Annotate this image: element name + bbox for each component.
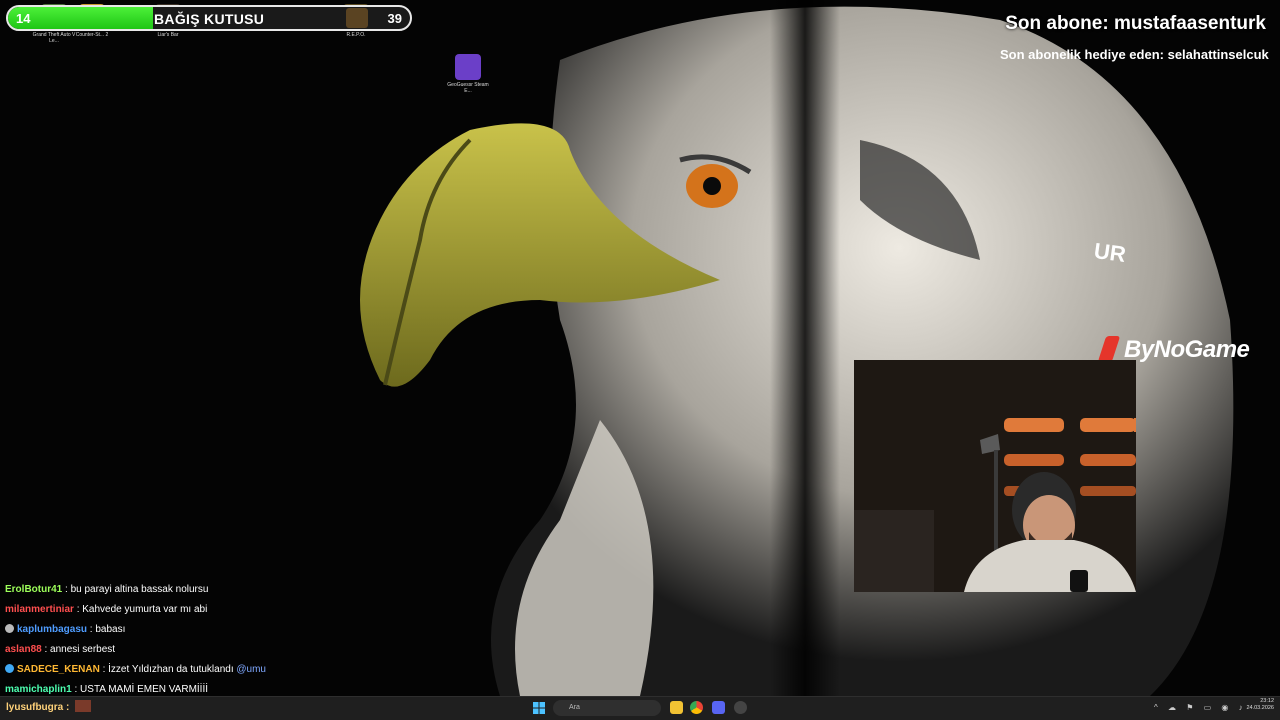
stream-chat: ErolBotur41 : bu parayi altina bassak no…: [5, 580, 425, 700]
chat-message: ErolBotur41 : bu parayi altina bassak no…: [5, 584, 209, 595]
chat-username: kaplumbagasu: [17, 624, 88, 635]
chat-text: babası: [95, 624, 126, 635]
windows-taskbar: Ara ^ ☁ ⚑ ▭ ◉ ♪ 23:12 24.03.2026: [0, 696, 1280, 720]
donation-goal-value: 39: [387, 11, 402, 26]
webcam-image: [854, 360, 1136, 592]
taskbar-search-box[interactable]: Ara: [553, 700, 661, 716]
chat-username: mamichaplin1: [5, 684, 72, 695]
chrome-icon[interactable]: [690, 701, 703, 714]
chat-text: İzzet Yıldızhan da tutuklandı: [108, 664, 234, 675]
geoguessr-icon: [455, 54, 481, 80]
chat-badge-icon: [5, 624, 14, 633]
chat-message: SADECE_KENAN : İzzet Yıldızhan da tutukl…: [5, 660, 425, 680]
system-tray-icons[interactable]: ^ ☁ ⚑ ▭ ◉ ♪: [1154, 703, 1247, 712]
chat-message: aslan88 : annesi serbest: [5, 644, 116, 655]
desktop-icon-label: Liar's Bar: [157, 32, 179, 38]
file-explorer-icon[interactable]: [670, 701, 683, 714]
brand-name: ByNoGame: [1124, 336, 1250, 363]
chat-username: ErolBotur41: [5, 584, 63, 595]
donation-start-value: 14: [16, 11, 31, 26]
obs-icon[interactable]: [734, 701, 747, 714]
chat-text: Kahvede yumurta var mı abi: [82, 604, 208, 615]
chat-text: USTA MAMİ EMEN VARMİİİİ: [80, 684, 209, 695]
taskbar-clock[interactable]: 23:12 24.03.2026: [1246, 698, 1274, 712]
chat-badge-icon: [5, 664, 14, 673]
webcam-feed: [854, 360, 1136, 592]
donation-goal-bar: 14 BAĞIŞ KUTUSU 39: [6, 5, 412, 31]
donor-avatar-icon: [346, 8, 368, 28]
donation-title: BAĞIŞ KUTUSU: [154, 11, 265, 27]
chat-username: lyusufbugra: [6, 702, 64, 713]
desktop-icon-label: Counter-St... 2: [75, 32, 109, 38]
chat-username: milanmertiniar: [5, 604, 74, 615]
chat-message-bottom: lyusufbugra :: [6, 700, 92, 713]
clock-time: 23:12: [1260, 698, 1274, 704]
windows-start-icon[interactable]: [533, 702, 545, 714]
discord-icon[interactable]: [712, 701, 725, 714]
chat-text: bu parayi altina bassak nolursu: [70, 584, 209, 595]
gift-subscriber-text: Son abonelik hediye eden: selahattinselc…: [1000, 47, 1269, 62]
chat-mention: @umu: [236, 664, 266, 675]
chat-text: annesi serbest: [50, 644, 116, 655]
desktop-icon-geoguessr[interactable]: GeoGuessr Steam E...: [444, 54, 492, 94]
chat-username: aslan88: [5, 644, 42, 655]
chat-message: milanmertiniar : Kahvede yumurta var mı …: [5, 604, 208, 615]
last-subscriber-text: Son abone: mustafaasenturk: [1005, 13, 1266, 34]
search-placeholder: Ara: [569, 704, 580, 711]
chat-message: kaplumbagasu : babası: [5, 620, 425, 640]
chat-emote-icon: [75, 700, 92, 712]
chat-username: SADECE_KENAN: [17, 664, 100, 675]
desktop-icon-label: R.E.P.O.: [346, 32, 366, 38]
desktop-icon-label: GeoGuessr Steam E...: [447, 82, 489, 94]
clock-date: 24.03.2026: [1246, 705, 1274, 711]
bynogame-mark-icon: [1097, 336, 1121, 362]
overlay-fragment-text: UR: [1092, 237, 1128, 268]
